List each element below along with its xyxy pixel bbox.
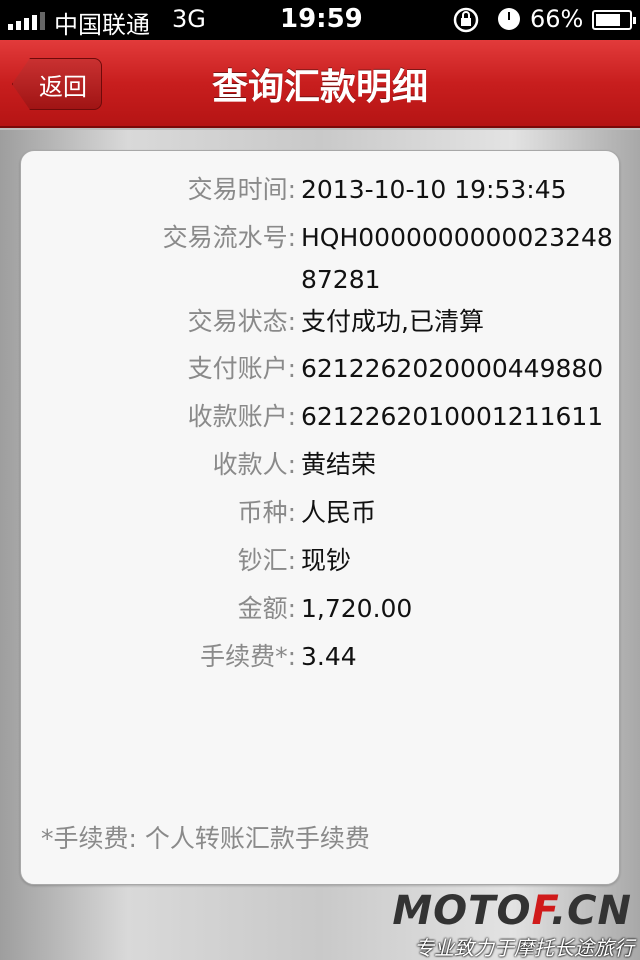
detail-label: 钞汇:: [237, 546, 296, 575]
transaction-detail-card: 交易时间: 2013-10-10 19:53:45 交易流水号: HQH0000…: [20, 150, 620, 885]
detail-value: 6212262020000449880: [301, 354, 604, 383]
status-time: 19:59: [280, 4, 363, 34]
watermark: MOTOF.CN 专业致力于摩托长途旅行: [390, 888, 640, 960]
status-bar: 中国联通 3G 19:59 66%: [0, 0, 640, 40]
network-type: 3G: [172, 5, 206, 33]
detail-label: 收款人:: [212, 450, 296, 479]
detail-label: 金额:: [237, 594, 296, 623]
detail-value: 3.44: [301, 642, 357, 671]
battery-percent: 66%: [530, 5, 584, 33]
detail-label: 交易流水号:: [162, 223, 296, 252]
watermark-logo: MOTOF.CN: [392, 888, 632, 934]
detail-value: 6212262010001211611: [301, 402, 604, 431]
detail-label: 支付账户:: [187, 354, 296, 383]
detail-label: 手续费*:: [200, 642, 296, 671]
detail-value: 人民币: [301, 498, 377, 527]
navigation-bar: 查询汇款明细 返回: [0, 40, 640, 128]
back-button[interactable]: 返回: [12, 58, 102, 110]
rotation-lock-icon: [453, 7, 479, 33]
signal-strength-icon: [8, 12, 45, 30]
detail-value: 支付成功,已清算: [301, 307, 484, 336]
detail-value: 黄结荣: [301, 450, 377, 479]
detail-label: 收款账户:: [187, 402, 296, 431]
detail-value: 现钞: [301, 546, 352, 575]
alarm-icon: [498, 8, 520, 30]
detail-value: HQH000000000002324887281: [301, 223, 613, 294]
detail-label: 交易状态:: [187, 307, 296, 336]
detail-label: 交易时间:: [187, 175, 296, 204]
watermark-slogan: 专业致力于摩托长途旅行: [414, 936, 634, 960]
detail-value: 2013-10-10 19:53:45: [301, 175, 567, 204]
detail-value: 1,720.00: [301, 594, 413, 623]
carrier-name: 中国联通: [54, 11, 150, 39]
detail-label: 币种:: [237, 498, 296, 527]
fee-footnote: *手续费: 个人转账汇款手续费: [41, 824, 370, 853]
battery-icon: [592, 10, 636, 30]
